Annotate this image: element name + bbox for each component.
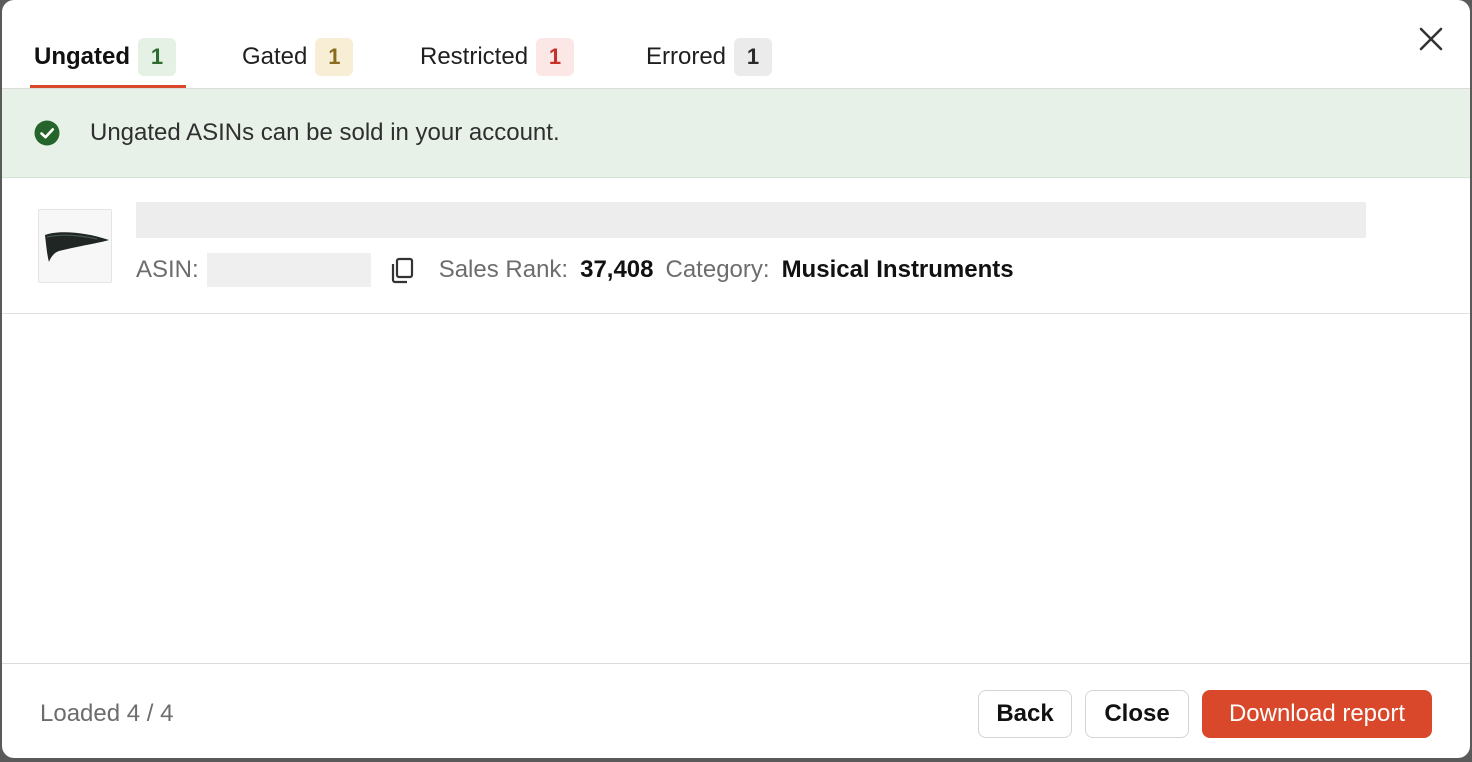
- sales-rank-value: 37,408: [580, 256, 654, 283]
- tab-errored-count: 1: [734, 38, 773, 76]
- product-title-placeholder: [136, 202, 1366, 238]
- close-icon[interactable]: [1414, 22, 1448, 56]
- close-button[interactable]: Close: [1085, 690, 1189, 738]
- product-thumbnail: [38, 209, 112, 283]
- tab-gated[interactable]: Gated 1: [242, 38, 354, 88]
- category-label: Category:: [665, 256, 770, 283]
- category-value: Musical Instruments: [781, 256, 1014, 283]
- status-banner: Ungated ASINs can be sold in your accoun…: [2, 89, 1470, 178]
- list-item: ASIN: Sales Rank: 37,408 Category: Music…: [2, 178, 1470, 314]
- download-report-button[interactable]: Download report: [1202, 690, 1432, 738]
- sales-rank-label: Sales Rank:: [438, 256, 569, 283]
- modal-footer: Loaded 4 / 4 Back Close Download report: [2, 663, 1470, 758]
- copy-icon[interactable]: [389, 256, 415, 284]
- tab-gated-label: Gated: [242, 43, 308, 70]
- tab-restricted-count: 1: [536, 38, 575, 76]
- product-meta: ASIN: Sales Rank: 37,408 Category: Music…: [136, 252, 1014, 288]
- tab-ungated-label: Ungated: [34, 43, 130, 70]
- tab-gated-count: 1: [315, 38, 354, 76]
- tab-errored-label: Errored: [646, 43, 727, 70]
- status-tabs: Ungated 1 Gated 1 Restricted 1 Errored 1: [2, 0, 1470, 89]
- loaded-status: Loaded 4 / 4: [40, 700, 174, 727]
- tab-errored[interactable]: Errored 1: [646, 38, 773, 88]
- tab-restricted-label: Restricted: [420, 43, 529, 70]
- banner-message: Ungated ASINs can be sold in your accoun…: [90, 119, 560, 146]
- tab-ungated-count: 1: [138, 38, 176, 76]
- tab-restricted[interactable]: Restricted 1: [420, 38, 575, 88]
- tab-ungated[interactable]: Ungated 1: [30, 38, 186, 88]
- ocarina-image: [45, 232, 109, 262]
- check-circle-icon: [34, 120, 60, 146]
- back-button[interactable]: Back: [978, 690, 1072, 738]
- asin-label: ASIN:: [136, 256, 199, 283]
- asin-value-redacted: [206, 253, 371, 287]
- ungating-results-modal: Ungated 1 Gated 1 Restricted 1 Errored 1…: [2, 0, 1470, 758]
